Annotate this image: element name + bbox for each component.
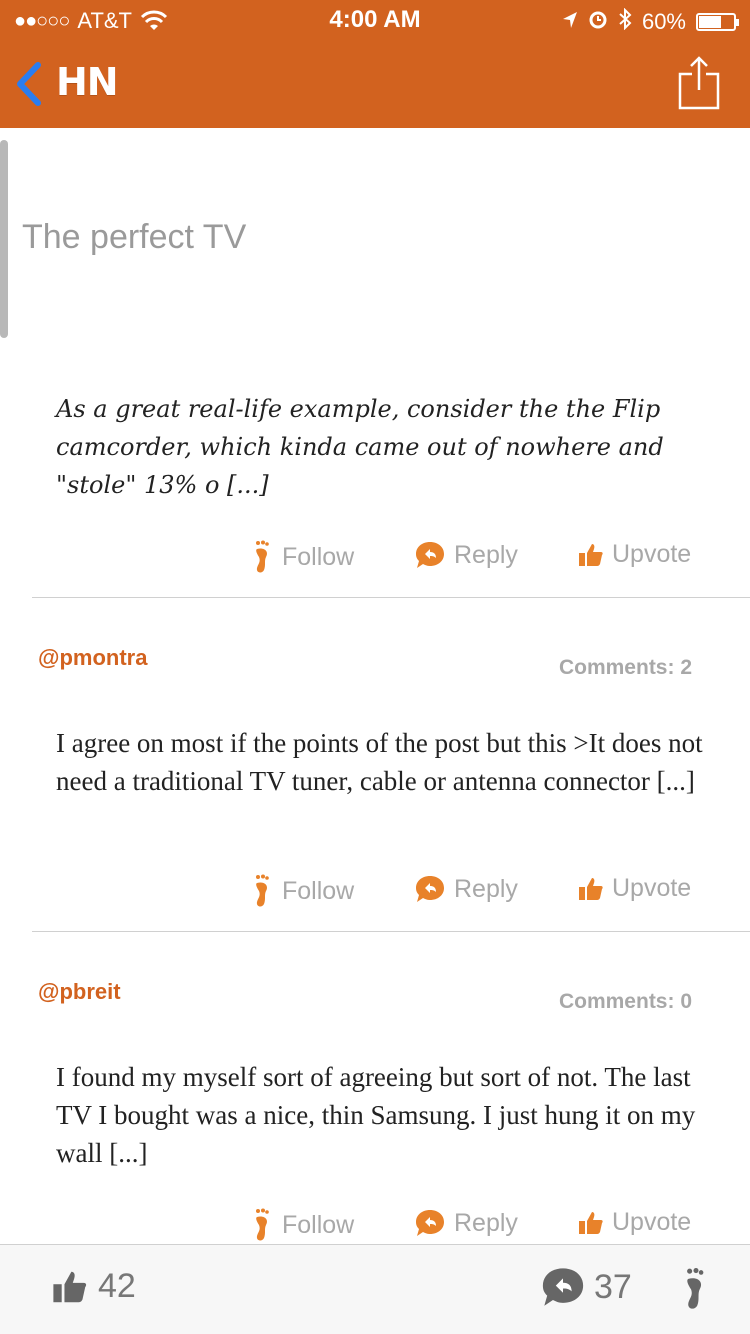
comment-actions: Follow Reply Upvote — [0, 1208, 750, 1248]
divider — [32, 931, 750, 932]
comment-text: I found my myself sort of agreeing but s… — [56, 1062, 696, 1168]
thumbs-up-icon — [579, 543, 603, 566]
upvote-label: Upvote — [612, 1208, 692, 1236]
comment-actions: Follow Reply Upvote — [0, 874, 750, 914]
reply-bubble-icon — [542, 1268, 584, 1306]
comment-count: Comments: 0 — [558, 990, 692, 1013]
battery-icon — [696, 13, 739, 31]
comment-count: Comments: 2 — [558, 656, 692, 679]
upvote-count: 42 — [98, 1267, 136, 1305]
header-bar: ●●○○○ AT&T 4:00 AM 60% HN — [0, 0, 750, 128]
comment-text: I agree on most if the points of the pos… — [56, 728, 703, 796]
bluetooth-icon — [618, 7, 632, 36]
divider — [32, 597, 750, 598]
comments-count: 37 — [594, 1267, 632, 1306]
story-upvote-button[interactable]: 42 — [52, 1267, 136, 1306]
share-button[interactable] — [678, 56, 720, 110]
nav-title[interactable]: HN — [56, 60, 119, 104]
follow-button[interactable]: Follow — [252, 540, 354, 574]
footprint-icon — [256, 874, 269, 907]
reply-button[interactable]: Reply — [414, 540, 518, 570]
reply-bubble-icon — [416, 1210, 444, 1236]
comment-text: As a great real-life example, consider t… — [56, 395, 664, 499]
comment-author[interactable]: @pbreit — [38, 979, 121, 1005]
reply-label: Reply — [454, 540, 518, 569]
back-chevron-icon — [17, 62, 41, 106]
footprint-icon — [256, 540, 269, 573]
thumbs-up-icon — [579, 1211, 603, 1234]
upvote-label: Upvote — [612, 874, 692, 902]
follow-button[interactable]: Follow — [252, 1208, 354, 1242]
nav-bar: HN — [0, 40, 750, 128]
upvote-label: Upvote — [612, 540, 692, 568]
follow-button[interactable]: Follow — [252, 874, 354, 908]
reply-bubble-icon — [416, 542, 444, 568]
reply-label: Reply — [454, 874, 518, 903]
story-comments-button[interactable]: 37 — [540, 1265, 632, 1309]
reply-button[interactable]: Reply — [414, 1208, 518, 1238]
reply-button[interactable]: Reply — [414, 874, 518, 904]
status-bar: ●●○○○ AT&T 4:00 AM 60% — [0, 0, 750, 40]
comment-author[interactable]: @pmontra — [38, 645, 147, 671]
location-icon — [562, 9, 578, 35]
follow-label: Follow — [282, 876, 355, 905]
thumbs-up-icon — [53, 1271, 87, 1302]
share-icon — [678, 56, 720, 110]
upvote-button[interactable]: Upvote — [578, 540, 691, 569]
reply-bubble-icon — [416, 876, 444, 902]
follow-label: Follow — [282, 1210, 355, 1239]
comment-actions: Follow Reply Upvote — [0, 540, 750, 580]
upvote-button[interactable]: Upvote — [578, 874, 691, 903]
story-title: The perfect TV — [22, 218, 247, 256]
reply-label: Reply — [454, 1208, 518, 1237]
bottom-toolbar: 42 37 — [0, 1244, 750, 1334]
follow-label: Follow — [282, 542, 355, 571]
footprint-icon — [256, 1208, 269, 1241]
scrollbar-thumb[interactable] — [0, 140, 8, 338]
alarm-icon — [588, 9, 608, 35]
battery-percent: 60% — [641, 9, 686, 34]
upvote-button[interactable]: Upvote — [578, 1208, 691, 1237]
thumbs-up-icon — [579, 877, 603, 900]
story-follow-button[interactable] — [682, 1267, 710, 1316]
back-button[interactable] — [14, 62, 44, 106]
footprint-icon — [687, 1268, 704, 1309]
